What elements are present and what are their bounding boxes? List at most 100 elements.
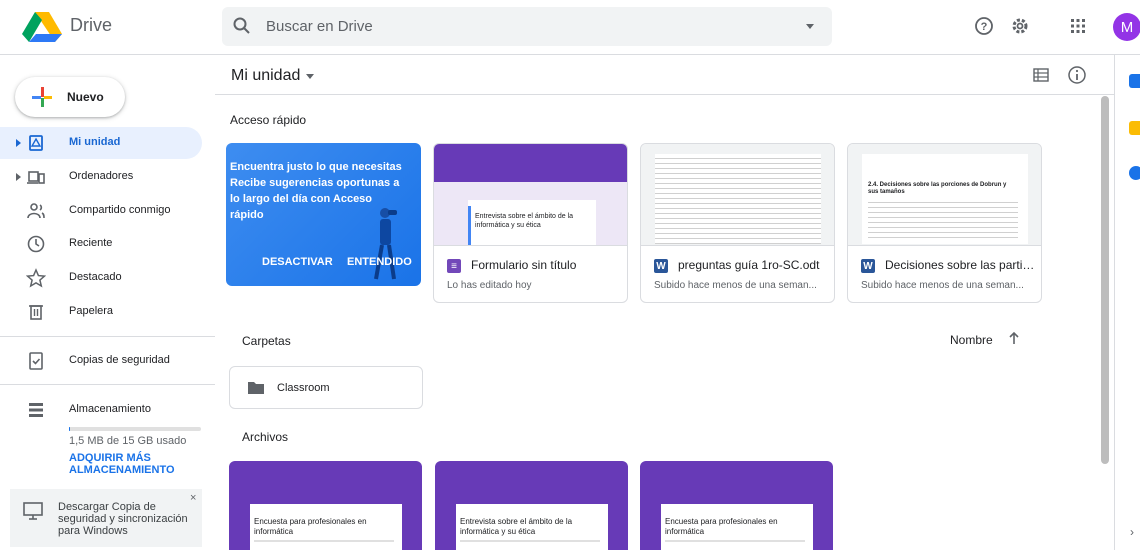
file-card[interactable]: Encuesta para profesionales en informáti… xyxy=(640,461,833,550)
thumbnail-title: 2.4. Decisiones sobre las porciones de D… xyxy=(868,182,1007,195)
file-thumbnail: Entrevista sobre el ámbito de la informá… xyxy=(434,144,627,246)
apps-grid-icon xyxy=(1071,19,1085,33)
person-binoculars-illustration xyxy=(374,208,397,280)
promo-text: Descargar Copia de seguridad y sincroniz… xyxy=(58,501,188,537)
quick-access-promo-card: Encuentra justo lo que necesitas Recibe … xyxy=(226,143,421,286)
sidebar-item-label: Compartido conmigo xyxy=(69,204,171,216)
file-thumbnail xyxy=(641,144,834,246)
storage-icon xyxy=(29,403,43,417)
sidebar-item-label: Papelera xyxy=(69,305,114,317)
arrow-up-icon[interactable] xyxy=(1007,331,1021,345)
sidebar-item-shared[interactable]: Compartido conmigo xyxy=(0,195,202,227)
expand-arrow-icon[interactable] xyxy=(16,139,21,147)
storage-bar xyxy=(69,427,201,431)
files-heading: Archivos xyxy=(242,430,289,444)
form-preview-line xyxy=(665,540,805,542)
sidebar-item-label: Reciente xyxy=(69,237,113,249)
main-content: Mi unidad Acceso rápido Encuentra justo … xyxy=(215,55,1115,550)
file-activity: Lo has editado hoy xyxy=(447,280,532,291)
settings-button[interactable] xyxy=(1008,14,1032,38)
folders-heading: Carpetas xyxy=(242,334,291,348)
thumbnail-title: Entrevista sobre el ámbito de la informá… xyxy=(475,213,574,229)
quick-access-file-card[interactable]: 2.4. Decisiones sobre las porciones de D… xyxy=(847,143,1042,303)
sidebar: Nuevo Mi unidad Ordenadores Compartido c… xyxy=(0,55,215,550)
close-icon[interactable]: × xyxy=(190,492,196,504)
divider xyxy=(0,384,215,385)
expand-arrow-icon[interactable] xyxy=(16,173,21,181)
drive-app: Drive ? xyxy=(0,0,1140,550)
app-name[interactable]: Drive xyxy=(70,15,112,36)
forms-icon: ≡ xyxy=(447,259,461,273)
file-thumbnail: 2.4. Decisiones sobre las porciones de D… xyxy=(848,144,1041,246)
page-title[interactable]: Mi unidad xyxy=(231,67,300,85)
trash-icon xyxy=(29,305,43,320)
info-icon[interactable] xyxy=(1067,65,1087,85)
desktop-icon xyxy=(23,502,43,520)
file-name: preguntas guía 1ro-SC.odt xyxy=(678,258,820,272)
drive-logo-icon[interactable] xyxy=(22,12,62,42)
quick-access-heading: Acceso rápido xyxy=(230,113,307,127)
backup-sync-promo[interactable]: Descargar Copia de seguridad y sincroniz… xyxy=(10,489,202,547)
file-name: Decisiones sobre las partic... xyxy=(885,258,1035,272)
sidebar-item-storage[interactable]: Almacenamiento xyxy=(0,394,202,426)
shared-icon xyxy=(27,203,45,219)
file-card-title: Encuesta para profesionales en informáti… xyxy=(254,517,367,536)
plus-icon xyxy=(32,87,52,107)
side-panel: › xyxy=(1114,55,1140,550)
sidebar-item-label: Almacenamiento xyxy=(69,403,151,415)
file-card[interactable]: Encuesta para profesionales en informáti… xyxy=(229,461,422,550)
sidebar-item-label: Copias de seguridad xyxy=(69,354,170,366)
sort-by-name[interactable]: Nombre xyxy=(950,333,993,347)
expand-panel-chevron-icon[interactable]: › xyxy=(1130,525,1134,539)
tasks-icon[interactable] xyxy=(1129,166,1140,180)
file-name: Formulario sin título xyxy=(471,258,577,272)
computers-icon xyxy=(27,171,45,184)
svg-text:?: ? xyxy=(981,21,988,33)
keep-icon[interactable] xyxy=(1129,121,1140,135)
new-button[interactable]: Nuevo xyxy=(15,77,125,117)
folder-icon xyxy=(248,382,264,394)
word-doc-icon: W xyxy=(861,259,875,273)
gear-icon xyxy=(1012,18,1028,34)
sidebar-item-label: Mi unidad xyxy=(69,136,121,148)
form-preview: Encuesta para profesionales en informáti… xyxy=(250,504,402,550)
folder-name: Classroom xyxy=(277,382,330,394)
sidebar-item-starred[interactable]: Destacado xyxy=(0,262,202,294)
search-options-chevron-icon[interactable] xyxy=(806,24,814,29)
account-avatar[interactable]: M xyxy=(1113,13,1140,41)
form-preview-line xyxy=(254,540,394,542)
quick-access-file-card[interactable]: Entrevista sobre el ámbito de la informá… xyxy=(433,143,628,303)
sidebar-item-trash[interactable]: Papelera xyxy=(0,296,202,328)
star-icon xyxy=(26,268,46,288)
sidebar-item-my-drive[interactable]: Mi unidad xyxy=(0,127,202,159)
list-view-icon[interactable] xyxy=(1033,67,1049,83)
search-input[interactable] xyxy=(266,15,786,37)
file-card-title: Entrevista sobre el ámbito de la informá… xyxy=(460,517,573,536)
drive-icon xyxy=(29,135,43,151)
clock-icon xyxy=(27,235,45,253)
sidebar-item-computers[interactable]: Ordenadores xyxy=(0,161,202,193)
sidebar-item-label: Destacado xyxy=(69,271,122,283)
sidebar-item-label: Ordenadores xyxy=(69,170,134,182)
form-preview: Encuesta para profesionales en informáti… xyxy=(661,504,813,550)
sidebar-item-backups[interactable]: Copias de seguridad xyxy=(0,345,202,377)
folder-item[interactable]: Classroom xyxy=(229,366,423,409)
search-box[interactable] xyxy=(222,7,832,46)
word-doc-icon: W xyxy=(654,259,668,273)
form-preview-line xyxy=(460,540,600,542)
file-activity: Subido hace menos de una seman... xyxy=(654,280,817,291)
file-activity: Subido hace menos de una seman... xyxy=(861,280,1024,291)
apps-button[interactable] xyxy=(1066,14,1090,38)
form-preview: Entrevista sobre el ámbito de la informá… xyxy=(456,504,608,550)
help-button[interactable]: ? xyxy=(972,14,996,38)
calendar-icon[interactable] xyxy=(1129,74,1140,88)
sidebar-item-recent[interactable]: Reciente xyxy=(0,228,202,260)
buy-storage-link[interactable]: ADQUIRIR MÁS ALMACENAMIENTO xyxy=(69,452,189,476)
chevron-down-icon[interactable] xyxy=(306,74,314,79)
search-icon[interactable] xyxy=(232,16,252,36)
scrollbar[interactable] xyxy=(1101,96,1109,464)
accept-button[interactable]: ENTENDIDO xyxy=(347,256,412,268)
dismiss-button[interactable]: DESACTIVAR xyxy=(262,256,333,268)
quick-access-file-card[interactable]: W preguntas guía 1ro-SC.odt Subido hace … xyxy=(640,143,835,303)
file-card[interactable]: Entrevista sobre el ámbito de la informá… xyxy=(435,461,628,550)
